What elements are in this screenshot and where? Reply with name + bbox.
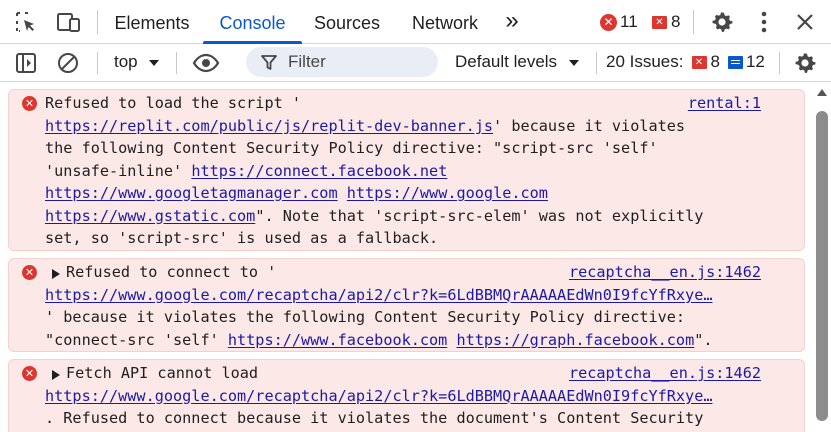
scrollbar-thumb[interactable] (816, 111, 828, 421)
message-text: . Refused to connect because it violates… (45, 409, 704, 427)
message-line: ' because it violates the following Cont… (45, 306, 685, 329)
message-text: Refused to load the script ' (45, 94, 302, 112)
scroll-up-arrow-icon[interactable] (817, 89, 827, 96)
chevron-down-icon (149, 60, 160, 66)
context-label: top (114, 52, 138, 71)
message-text (338, 184, 347, 202)
toolbar-divider-3 (596, 52, 597, 74)
message-source-link[interactable]: rental:1 (688, 92, 761, 115)
issues-button[interactable]: 20 Issues: ✕ 8 12 (606, 52, 765, 72)
error-counter[interactable]: ✕ 11 (600, 12, 638, 32)
console-toolbar: top Filter Default levels 20 Issues: ✕ 8… (0, 44, 831, 82)
chevron-down-icon (568, 60, 579, 66)
filter-placeholder: Filter (288, 52, 326, 71)
device-toolbar-icon[interactable] (55, 8, 83, 36)
message-line: https://replit.com/public/js/replit-dev-… (45, 115, 685, 138)
toolbar-divider (97, 52, 98, 74)
tab-network[interactable]: Network (402, 0, 488, 44)
toolbar-divider-2 (176, 52, 177, 74)
message-url-link[interactable]: https://www.google.com/recaptcha/api2/cl… (45, 286, 713, 304)
tabbar-divider-2 (693, 10, 694, 34)
console-error-message: ✕ rental:1 Refused to load the script ' h… (8, 89, 805, 251)
error-icon: ✕ (22, 265, 37, 280)
issues-error-count: 8 (710, 52, 720, 71)
message-line: Refused to load the script ' (45, 92, 301, 115)
console-error-message: ✕ recaptcha__en.js:1462 Fetch API cannot… (8, 359, 805, 432)
message-line: https://www.google.com/recaptcha/api2/cl… (45, 385, 713, 408)
tab-sources[interactable]: Sources (307, 0, 387, 44)
error-icon: ✕ (22, 366, 37, 381)
message-text: Fetch API cannot load (66, 364, 259, 382)
tabbar-divider (97, 10, 98, 34)
message-source-link[interactable]: recaptcha__en.js:1462 (569, 362, 761, 385)
message-text: ". Note that 'script-src-elem' was not e… (255, 206, 704, 225)
message-text: Refused to connect to ' (66, 263, 277, 281)
issues-info-count: 12 (745, 52, 765, 71)
message-text: set, so 'script-src' is used as a fallba… (45, 229, 439, 247)
message-url-link[interactable]: https://www.gstatic.com (45, 207, 255, 225)
issues-label: 20 Issues: (606, 52, 684, 71)
message-url-link[interactable]: https://www.facebook.com (228, 331, 447, 349)
message-source-link[interactable]: recaptcha__en.js:1462 (569, 261, 761, 284)
log-levels-label: Default levels (455, 52, 558, 71)
filter-input[interactable]: Filter (246, 47, 438, 77)
devtools-tabbar: Elements Console Sources Network » ✕ 11 … (0, 0, 831, 44)
message-line: https://www.gstatic.com". Note that 'scr… (45, 205, 703, 228)
inspect-element-icon[interactable] (12, 8, 40, 36)
message-line: Refused to connect to ' (66, 261, 276, 284)
message-line: set, so 'script-src' is used as a fallba… (45, 227, 438, 250)
message-url-link[interactable]: https://www.google.com/recaptcha/api2/cl… (45, 387, 713, 405)
message-text: "connect-src 'self' (45, 330, 228, 349)
message-line: the following Content Security Policy di… (45, 137, 658, 160)
expand-triangle-icon[interactable] (52, 269, 60, 279)
message-url-link[interactable]: https://graph.facebook.com (456, 331, 694, 349)
message-url-link[interactable]: https://www.googletagmanager.com (45, 184, 338, 202)
message-text: ". (694, 330, 713, 349)
message-line: "connect-src 'self' https://www.facebook… (45, 329, 713, 352)
message-line: 'unsafe-inline' https://connect.facebook… (45, 160, 447, 183)
message-line: https://www.googletagmanager.com https:/… (45, 182, 548, 205)
message-line: . Refused to connect because it violates… (45, 407, 703, 430)
issues-info-icon (727, 55, 743, 69)
console-settings-gear-icon[interactable] (791, 49, 819, 77)
close-icon[interactable] (791, 8, 819, 36)
issues-error-icon: ✕ (691, 55, 707, 69)
console-messages: ✕ rental:1 Refused to load the script ' h… (0, 83, 813, 432)
message-text: ' because it violates the following Cont… (45, 308, 686, 326)
console-error-message: ✕ recaptcha__en.js:1462 Refused to conne… (8, 258, 805, 352)
message-url-link[interactable]: https://www.google.com (347, 184, 548, 202)
message-url-link[interactable]: https://connect.facebook.net (191, 162, 447, 180)
error-icon: ✕ (22, 96, 37, 111)
tab-console[interactable]: Console (203, 0, 302, 44)
message-line: https://www.google.com/recaptcha/api2/cl… (45, 284, 713, 307)
expand-triangle-icon[interactable] (52, 370, 60, 380)
context-selector[interactable]: top (114, 52, 160, 72)
warning-count: 8 (671, 12, 681, 31)
sidebar-toggle-icon[interactable] (12, 49, 40, 77)
message-text: 'unsafe-inline' (45, 161, 192, 180)
toolbar-divider-4 (779, 52, 780, 74)
message-line: Fetch API cannot load (66, 362, 258, 385)
console-scrollbar[interactable] (813, 83, 831, 432)
more-tabs-button[interactable]: » (496, 0, 528, 44)
tab-elements[interactable]: Elements (108, 0, 196, 44)
log-levels-dropdown[interactable]: Default levels (455, 52, 580, 72)
clear-console-icon[interactable] (54, 49, 82, 77)
kebab-menu-icon[interactable] (750, 8, 778, 36)
warning-counter[interactable]: ✕ 8 (652, 12, 680, 32)
filter-icon (261, 55, 277, 70)
gear-icon[interactable] (708, 8, 736, 36)
flag-error-icon: ✕ (652, 15, 667, 29)
message-text: ' because it violates (493, 116, 686, 135)
message-text: the following Content Security Policy di… (45, 139, 658, 157)
error-count: 11 (620, 12, 638, 31)
message-url-link[interactable]: https://replit.com/public/js/replit-dev-… (45, 117, 493, 135)
eye-icon[interactable] (190, 49, 222, 77)
error-icon: ✕ (600, 13, 617, 31)
